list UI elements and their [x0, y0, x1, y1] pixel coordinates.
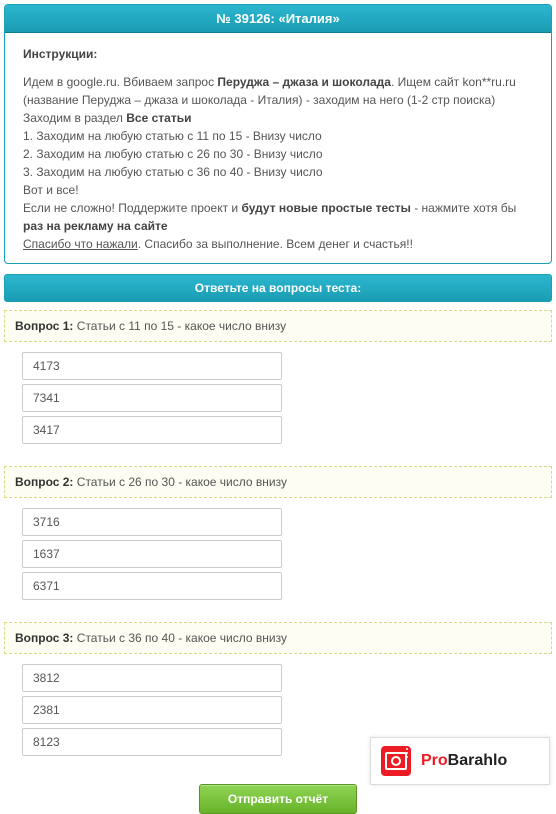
question-block-1: Вопрос 1: Статьи с 11 по 15 - какое числ…	[4, 310, 552, 458]
answer-option[interactable]: 2381	[22, 696, 282, 724]
options-list: 3716 1637 6371	[22, 508, 552, 600]
question-text: Статьи с 11 по 15 - какое число внизу	[73, 319, 286, 333]
text: Вот и все!	[23, 183, 79, 197]
answer-option[interactable]: 7341	[22, 384, 282, 412]
question-text: Статьи с 36 по 40 - какое число внизу	[73, 631, 287, 645]
text: Заходим в раздел	[23, 111, 126, 125]
options-list: 4173 7341 3417	[22, 352, 552, 444]
question-header: Вопрос 1: Статьи с 11 по 15 - какое числ…	[4, 310, 552, 342]
text: Если не сложно! Поддержите проект и	[23, 201, 241, 215]
answer-option[interactable]: 3716	[22, 508, 282, 536]
text-bold: Все статьи	[126, 111, 191, 125]
question-block-2: Вопрос 2: Статьи с 26 по 30 - какое числ…	[4, 466, 552, 614]
question-header: Вопрос 3: Статьи с 36 по 40 - какое числ…	[4, 622, 552, 654]
answer-option[interactable]: 8123	[22, 728, 282, 756]
logo-text-part1: Pro	[421, 752, 448, 769]
question-text: Статьи с 26 по 30 - какое число внизу	[73, 475, 287, 489]
logo-text-part2: Barahlo	[448, 752, 508, 769]
section-title: Ответьте на вопросы теста:	[4, 274, 552, 302]
instructions-text: Идем в google.ru. Вбиваем запрос Перуджа…	[23, 73, 533, 253]
question-label: Вопрос 1:	[15, 319, 73, 333]
text-underline: Спасибо что нажали	[23, 237, 138, 251]
text: 1. Заходим на любую статью с 11 по 15 - …	[23, 129, 322, 143]
submit-button[interactable]: Отправить отчёт	[199, 784, 357, 814]
panel-title: № 39126: «Италия»	[5, 5, 551, 33]
submit-row: Отправить отчёт	[0, 784, 556, 814]
text: . Спасибо за выполнение. Всем денег и сч…	[138, 237, 413, 251]
logo-text: ProBarahlo	[421, 752, 507, 770]
answer-option[interactable]: 4173	[22, 352, 282, 380]
question-header: Вопрос 2: Статьи с 26 по 30 - какое числ…	[4, 466, 552, 498]
text-bold: будут новые простые тесты	[241, 201, 410, 215]
instructions-heading: Инструкции:	[23, 47, 533, 61]
instructions-box: Инструкции: Идем в google.ru. Вбиваем за…	[5, 33, 551, 263]
answer-option[interactable]: 3812	[22, 664, 282, 692]
answer-option[interactable]: 1637	[22, 540, 282, 568]
text-bold: Перуджа – джаза и шоколада	[217, 75, 391, 89]
text: 2. Заходим на любую статью с 26 по 30 - …	[23, 147, 323, 161]
question-label: Вопрос 2:	[15, 475, 73, 489]
answer-option[interactable]: 3417	[22, 416, 282, 444]
text: - нажмите хотя бы	[411, 201, 516, 215]
answer-option[interactable]: 6371	[22, 572, 282, 600]
camera-icon	[381, 746, 411, 776]
text: Идем в google.ru. Вбиваем запрос	[23, 75, 217, 89]
text-bold: раз на рекламу на сайте	[23, 219, 168, 233]
watermark-logo: ProBarahlo	[370, 737, 550, 785]
main-panel: № 39126: «Италия» Инструкции: Идем в goo…	[4, 4, 552, 264]
question-label: Вопрос 3:	[15, 631, 73, 645]
text: 3. Заходим на любую статью с 36 по 40 - …	[23, 165, 323, 179]
